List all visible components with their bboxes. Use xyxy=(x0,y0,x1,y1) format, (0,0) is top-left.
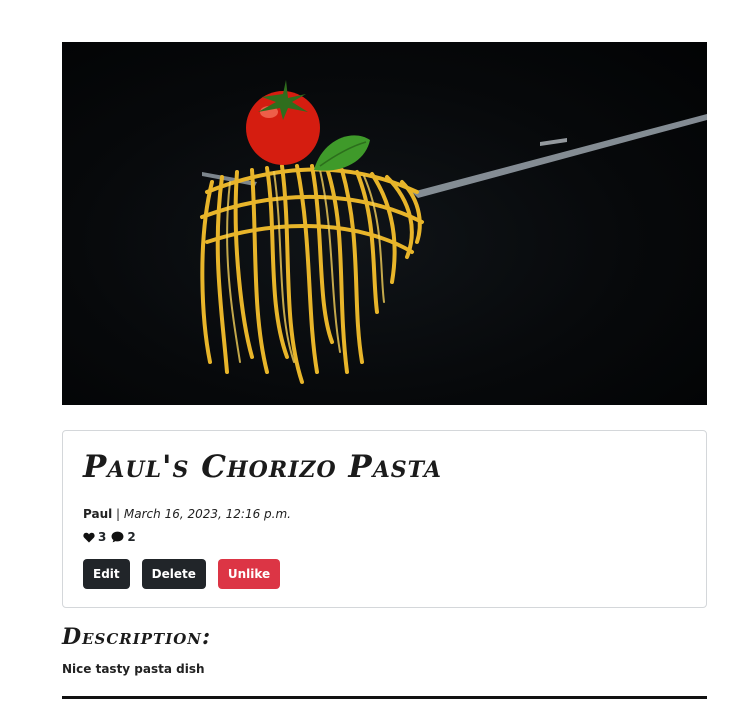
post-title: Paul's Chorizo Pasta xyxy=(83,449,442,485)
post-actions: Edit Delete Unlike xyxy=(83,559,281,589)
heart-icon xyxy=(83,532,95,543)
post-featured-image xyxy=(62,42,707,405)
description-heading: Description: xyxy=(62,624,212,650)
pasta-fork-illustration xyxy=(200,80,707,384)
likes-count: 3 xyxy=(98,530,107,544)
meta-separator: | xyxy=(112,507,124,521)
edit-button[interactable]: Edit xyxy=(83,559,130,589)
post-detail-card: Paul's Chorizo Pasta Paul | March 16, 20… xyxy=(62,430,707,608)
post-meta: Paul | March 16, 2023, 12:16 p.m. xyxy=(83,507,291,521)
post-stats: 3 2 xyxy=(83,530,136,544)
description-text: Nice tasty pasta dish xyxy=(62,662,205,676)
post-author: Paul xyxy=(83,507,113,521)
section-divider xyxy=(62,696,707,699)
delete-button[interactable]: Delete xyxy=(141,559,206,589)
comment-icon xyxy=(111,531,124,543)
post-date: March 16, 2023, 12:16 p.m. xyxy=(123,507,291,521)
comments-count: 2 xyxy=(127,530,136,544)
unlike-button[interactable]: Unlike xyxy=(217,559,281,589)
